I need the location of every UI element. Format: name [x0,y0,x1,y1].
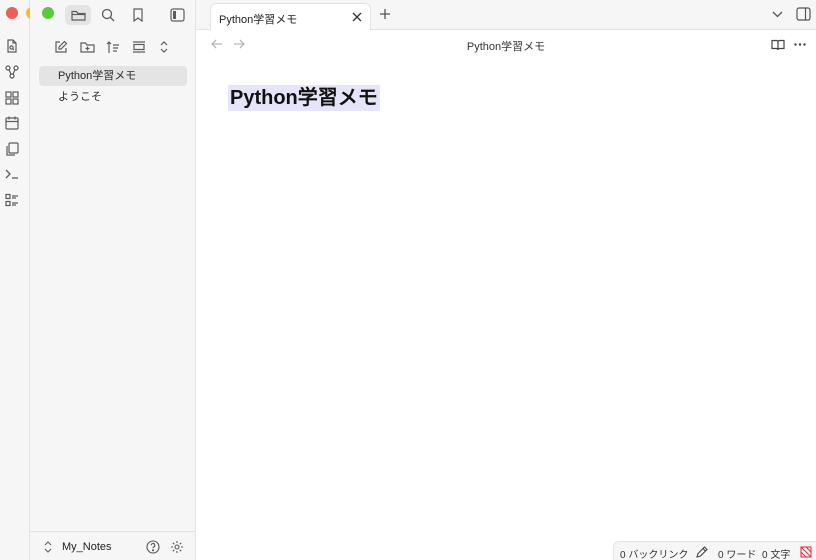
sync-status-icon[interactable] [800,546,812,558]
vault-switcher-bar: My_Notes [30,531,196,560]
bookmark-icon[interactable] [125,5,151,25]
file-item-welcome[interactable]: ようこそ [39,87,187,107]
templates-icon[interactable] [4,141,20,157]
new-note-icon[interactable] [52,38,70,56]
view-header-title[interactable]: Python学習メモ [196,38,816,54]
canvas-icon[interactable] [4,90,20,106]
sort-icon[interactable] [104,38,122,56]
search-icon[interactable] [95,5,121,25]
word-count: 0 ワード [718,550,757,560]
command-palette-icon[interactable] [4,166,20,182]
edit-mode-pencil-icon[interactable] [696,546,708,558]
tab-python-memo[interactable]: Python学習メモ [210,3,371,31]
outline-icon[interactable] [4,192,20,208]
status-bar: 0 バックリンク 0 ワード 0 文字 [613,541,816,560]
new-tab-icon[interactable] [379,8,391,20]
vault-switcher-icon[interactable] [43,541,53,553]
quick-switcher-icon[interactable] [4,38,20,54]
sidebar-toggle-icon[interactable] [164,5,190,25]
close-window-button[interactable] [6,7,18,19]
folder-icon[interactable] [65,5,91,25]
close-tab-icon[interactable] [352,12,362,22]
char-count: 0 文字 [762,550,791,560]
tab-list-chevron-icon[interactable] [772,11,783,18]
settings-gear-icon[interactable] [170,540,184,554]
tab-bar: Python学習メモ [196,0,816,31]
reading-view-icon[interactable] [771,39,785,51]
editor-pane: Python学習メモ Python学習メモ [196,30,816,560]
tab-title: Python学習メモ [219,14,298,26]
graph-view-icon[interactable] [4,64,20,80]
new-folder-icon[interactable] [78,38,96,56]
vault-name[interactable]: My_Notes [62,541,112,553]
file-explorer-sidebar: Python学習メモ ようこそ My_Notes [30,0,196,560]
auto-reveal-icon[interactable] [130,38,148,56]
document-heading[interactable]: Python学習メモ [228,85,380,111]
ribbon [0,0,38,560]
right-sidebar-toggle-icon[interactable] [796,7,811,21]
collapse-all-icon[interactable] [155,38,173,56]
file-item-python-memo[interactable]: Python学習メモ [39,66,187,86]
help-icon[interactable] [146,540,160,554]
more-options-icon[interactable] [794,43,806,46]
daily-note-icon[interactable] [4,115,20,131]
backlinks-count[interactable]: 0 バックリンク [620,546,688,560]
zoom-window-button[interactable] [42,7,54,19]
